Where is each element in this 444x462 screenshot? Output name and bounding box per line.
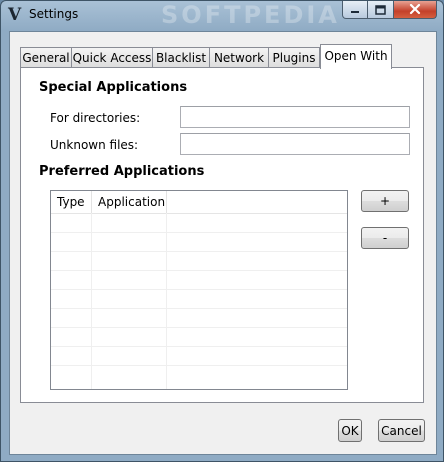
minimize-button[interactable]: [342, 1, 368, 19]
maximize-icon: [375, 4, 386, 15]
tab-blacklist[interactable]: Blacklist: [152, 47, 210, 68]
tab-plugins[interactable]: Plugins: [268, 47, 320, 68]
grid-divider: [51, 270, 347, 271]
caption-buttons: [342, 1, 437, 20]
grid-divider: [166, 213, 167, 389]
grid-divider: [51, 327, 347, 328]
title-bar[interactable]: V Settings SOFTPEDIA: [1, 1, 443, 29]
dialog-body: General Quick Access Blacklist Network P…: [9, 31, 437, 455]
preferred-applications-list[interactable]: Type Application: [50, 190, 348, 390]
grid-divider: [51, 308, 347, 309]
unknown-files-label: Unknown files:: [50, 138, 139, 152]
ok-button[interactable]: OK: [338, 419, 362, 442]
cancel-button[interactable]: Cancel: [378, 419, 425, 442]
tab-open-with[interactable]: Open With: [320, 44, 392, 69]
special-applications-heading: Special Applications: [39, 80, 188, 95]
remove-application-button[interactable]: -: [361, 227, 409, 249]
close-button[interactable]: [394, 1, 437, 19]
grid-divider: [51, 346, 347, 347]
tab-quick-access[interactable]: Quick Access: [71, 47, 153, 68]
grid-divider: [51, 365, 347, 366]
grid-divider: [91, 213, 92, 389]
minimize-icon: [351, 10, 359, 13]
column-header-type[interactable]: Type: [51, 191, 92, 213]
grid-divider: [51, 251, 347, 252]
list-header: Type Application: [51, 191, 347, 214]
add-application-button[interactable]: +: [361, 190, 409, 212]
for-directories-input[interactable]: [180, 106, 410, 128]
column-header-application[interactable]: Application: [92, 191, 167, 213]
tab-general[interactable]: General: [20, 47, 72, 68]
open-with-panel: Special Applications For directories: Un…: [20, 67, 424, 403]
maximize-button[interactable]: [368, 1, 394, 19]
grid-divider: [51, 232, 347, 233]
preferred-applications-heading: Preferred Applications: [39, 164, 205, 179]
close-icon: [409, 4, 421, 15]
settings-window: V Settings SOFTPEDIA General Quick Acces…: [0, 0, 444, 462]
for-directories-label: For directories:: [50, 111, 141, 125]
watermark: SOFTPEDIA: [161, 1, 340, 29]
tab-network[interactable]: Network: [209, 47, 269, 68]
app-logo-icon: V: [8, 5, 22, 25]
window-title: Settings: [29, 7, 79, 21]
unknown-files-input[interactable]: [180, 133, 410, 155]
grid-divider: [51, 289, 347, 290]
